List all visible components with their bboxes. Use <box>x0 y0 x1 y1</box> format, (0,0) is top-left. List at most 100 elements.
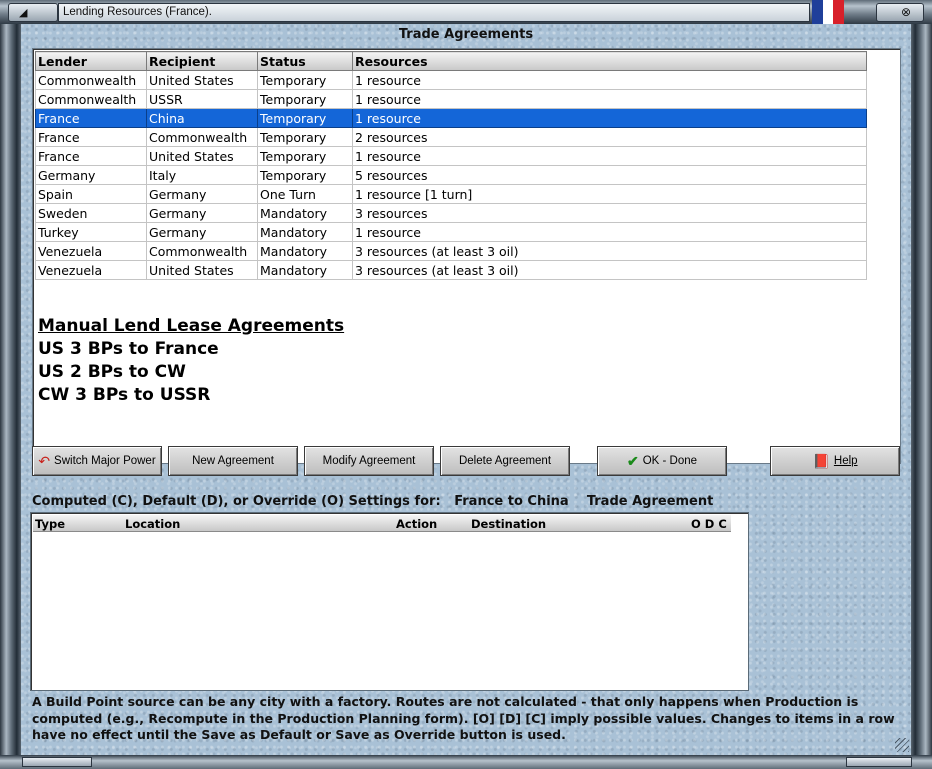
france-flag-icon <box>812 0 845 24</box>
cell-status: Mandatory <box>257 241 353 261</box>
cell-lender: Commonwealth <box>35 70 147 90</box>
cell-resources: 3 resources <box>352 203 867 223</box>
settings-caption-target: France to China <box>454 494 569 509</box>
lend-lease-line: US 3 BPs to France <box>38 339 219 359</box>
cell-resources: 1 resource <box>352 108 867 128</box>
cell-resources: 1 resource <box>352 222 867 242</box>
title-box: Lending Resources (France). <box>58 3 810 22</box>
cell-status: Temporary <box>257 89 353 109</box>
settings-caption-label: Computed (C), Default (D), or Override (… <box>32 494 441 509</box>
cell-recipient: United States <box>146 70 258 90</box>
lend-lease-title: Manual Lend Lease Agreements <box>38 316 345 336</box>
help-book-icon: 📕 <box>812 453 830 469</box>
ok-done-label: OK - Done <box>642 455 698 467</box>
lend-lease-line: US 2 BPs to CW <box>38 362 186 382</box>
flag-stripe-blue <box>812 0 823 24</box>
cell-lender: Spain <box>35 184 147 204</box>
column-header-lender[interactable]: Lender <box>35 51 147 71</box>
cell-status: Temporary <box>257 70 353 90</box>
table-row[interactable]: France United States Temporary 1 resourc… <box>35 146 867 166</box>
cell-lender: Venezuela <box>35 260 147 280</box>
cell-resources: 3 resources (at least 3 oil) <box>352 241 867 261</box>
cell-status: Mandatory <box>257 203 353 223</box>
settings-header-row: Type Location Action Destination O D C <box>33 515 731 532</box>
trade-agreements-table: Lender Recipient Status Resources Common… <box>35 51 867 280</box>
table-row[interactable]: Venezuela United States Mandatory 3 reso… <box>35 260 867 280</box>
table-row[interactable]: Venezuela Commonwealth Mandatory 3 resou… <box>35 241 867 261</box>
cell-lender: Sweden <box>35 203 147 223</box>
help-label: Help <box>833 455 858 467</box>
cell-recipient: Germany <box>146 203 258 223</box>
client-area: Trade Agreements Lender Recipient Status… <box>21 24 911 755</box>
settings-caption-kind: Trade Agreement <box>586 494 714 509</box>
switch-major-power-button[interactable]: ↶ Switch Major Power <box>32 446 162 476</box>
modify-agreement-button[interactable]: Modify Agreement <box>304 446 434 476</box>
cell-recipient: China <box>146 108 258 128</box>
left-border <box>0 24 21 759</box>
cell-lender: Turkey <box>35 222 147 242</box>
settings-caption: Computed (C), Default (D), or Override (… <box>32 494 713 509</box>
table-header-row: Lender Recipient Status Resources <box>35 51 867 71</box>
lend-lease-line: CW 3 BPs to USSR <box>38 385 211 405</box>
table-row-selected[interactable]: France China Temporary 1 resource <box>35 108 867 128</box>
cell-status: Temporary <box>257 108 353 128</box>
checkmark-icon: ✔ <box>626 453 639 469</box>
cell-lender: France <box>35 146 147 166</box>
cell-status: Temporary <box>257 146 353 166</box>
table-row[interactable]: France Commonwealth Temporary 2 resource… <box>35 127 867 147</box>
cell-status: Temporary <box>257 127 353 147</box>
cell-resources: 1 resource <box>352 89 867 109</box>
cell-recipient: Italy <box>146 165 258 185</box>
cell-recipient: Germany <box>146 184 258 204</box>
table-row[interactable]: Commonwealth United States Temporary 1 r… <box>35 70 867 90</box>
cell-recipient: Commonwealth <box>146 127 258 147</box>
table-row[interactable]: Commonwealth USSR Temporary 1 resource <box>35 89 867 109</box>
cell-resources: 2 resources <box>352 127 867 147</box>
delete-agreement-button[interactable]: Delete Agreement <box>440 446 570 476</box>
cell-status: One Turn <box>257 184 353 204</box>
resize-grip-icon[interactable] <box>895 738 909 752</box>
cell-status: Mandatory <box>257 260 353 280</box>
cell-lender: Germany <box>35 165 147 185</box>
system-menu-icon: ◢ <box>19 6 28 19</box>
help-button[interactable]: 📕 Help <box>770 446 900 476</box>
cell-recipient: Germany <box>146 222 258 242</box>
flag-stripe-white <box>822 0 834 24</box>
cell-recipient: United States <box>146 146 258 166</box>
settings-column-odc[interactable]: O D C <box>691 517 727 531</box>
system-menu-button[interactable]: ◢ <box>8 3 58 22</box>
ok-done-button[interactable]: ✔ OK - Done <box>597 446 727 476</box>
cell-recipient: USSR <box>146 89 258 109</box>
column-header-status[interactable]: Status <box>257 51 353 71</box>
new-agreement-button[interactable]: New Agreement <box>168 446 298 476</box>
column-header-recipient[interactable]: Recipient <box>146 51 258 71</box>
settings-column-action[interactable]: Action <box>396 517 437 531</box>
table-row[interactable]: Sweden Germany Mandatory 3 resources <box>35 203 867 223</box>
window-title: Lending Resources (France). <box>63 6 212 18</box>
new-agreement-label: New Agreement <box>192 455 274 467</box>
settings-column-location[interactable]: Location <box>125 517 180 531</box>
cell-status: Temporary <box>257 165 353 185</box>
cell-recipient: Commonwealth <box>146 241 258 261</box>
column-header-resources[interactable]: Resources <box>352 51 867 71</box>
settings-column-type[interactable]: Type <box>35 517 65 531</box>
switch-major-power-label: Switch Major Power <box>54 455 156 467</box>
table-row[interactable]: Spain Germany One Turn 1 resource [1 tur… <box>35 184 867 204</box>
cell-lender: Venezuela <box>35 241 147 261</box>
close-button[interactable]: ⊗ <box>876 3 924 22</box>
bottom-right-cap <box>846 757 912 767</box>
cell-resources: 1 resource <box>352 146 867 166</box>
table-row[interactable]: Germany Italy Temporary 5 resources <box>35 165 867 185</box>
settings-column-destination[interactable]: Destination <box>471 517 546 531</box>
cell-status: Mandatory <box>257 222 353 242</box>
right-border <box>911 24 932 759</box>
window-frame: ◢ Lending Resources (France). ⊗ Trade Ag… <box>0 0 932 769</box>
close-icon: ⊗ <box>901 5 912 19</box>
modify-agreement-label: Modify Agreement <box>322 455 416 467</box>
bottom-left-cap <box>22 757 92 767</box>
help-footer-text: A Build Point source can be any city wit… <box>32 694 895 742</box>
switch-arrow-icon: ↶ <box>38 453 51 469</box>
table-row[interactable]: Turkey Germany Mandatory 1 resource <box>35 222 867 242</box>
page-title: Trade Agreements <box>398 27 534 42</box>
flag-stripe-red <box>833 0 845 24</box>
